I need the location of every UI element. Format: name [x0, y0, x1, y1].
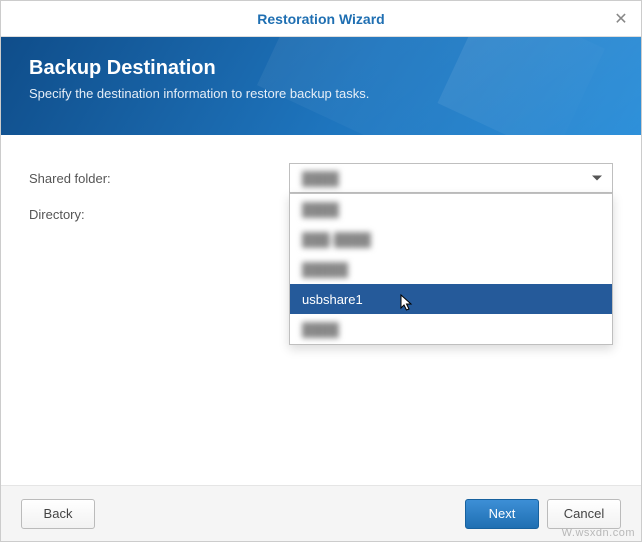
banner-subheading: Specify the destination information to r… [29, 86, 613, 101]
dropdown-option-label: █████ [302, 262, 348, 277]
dropdown-option-4[interactable]: ████ [290, 314, 612, 344]
directory-label: Directory: [29, 207, 289, 222]
content-area: Shared folder: ████ ███████-█████████usb… [1, 135, 641, 485]
shared-folder-select-wrap: ████ ███████-█████████usbshare1████ [289, 163, 613, 193]
shared-folder-row: Shared folder: ████ ███████-█████████usb… [29, 163, 613, 193]
dropdown-option-label: ███-████ [302, 232, 371, 247]
shared-folder-label: Shared folder: [29, 171, 289, 186]
dropdown-option-label: ████ [302, 202, 339, 217]
cancel-button[interactable]: Cancel [547, 499, 621, 529]
dropdown-option-label: ████ [302, 322, 339, 337]
shared-folder-dropdown: ████ ███-████ █████ usbshare1 ████ [289, 193, 613, 345]
dropdown-option-0[interactable]: ████ [290, 194, 612, 224]
next-button[interactable]: Next [465, 499, 539, 529]
shared-folder-select[interactable]: ████ [289, 163, 613, 193]
banner-heading: Backup Destination [29, 57, 613, 80]
close-icon: ✕ [614, 9, 627, 29]
dropdown-option-1[interactable]: ███-████ [290, 224, 612, 254]
restoration-wizard-window: Restoration Wizard ✕ Backup Destination … [0, 0, 642, 542]
banner: Backup Destination Specify the destinati… [1, 37, 641, 135]
dropdown-option-label: usbshare1 [302, 292, 363, 307]
chevron-down-icon [592, 176, 602, 181]
close-button[interactable]: ✕ [601, 1, 641, 37]
back-button[interactable]: Back [21, 499, 95, 529]
shared-folder-selected-value: ████ [302, 171, 339, 186]
window-title: Restoration Wizard [257, 11, 384, 27]
dropdown-option-3[interactable]: usbshare1 [290, 284, 612, 314]
titlebar: Restoration Wizard ✕ [1, 1, 641, 37]
footer: Back Next Cancel [1, 485, 641, 541]
dropdown-option-2[interactable]: █████ [290, 254, 612, 284]
